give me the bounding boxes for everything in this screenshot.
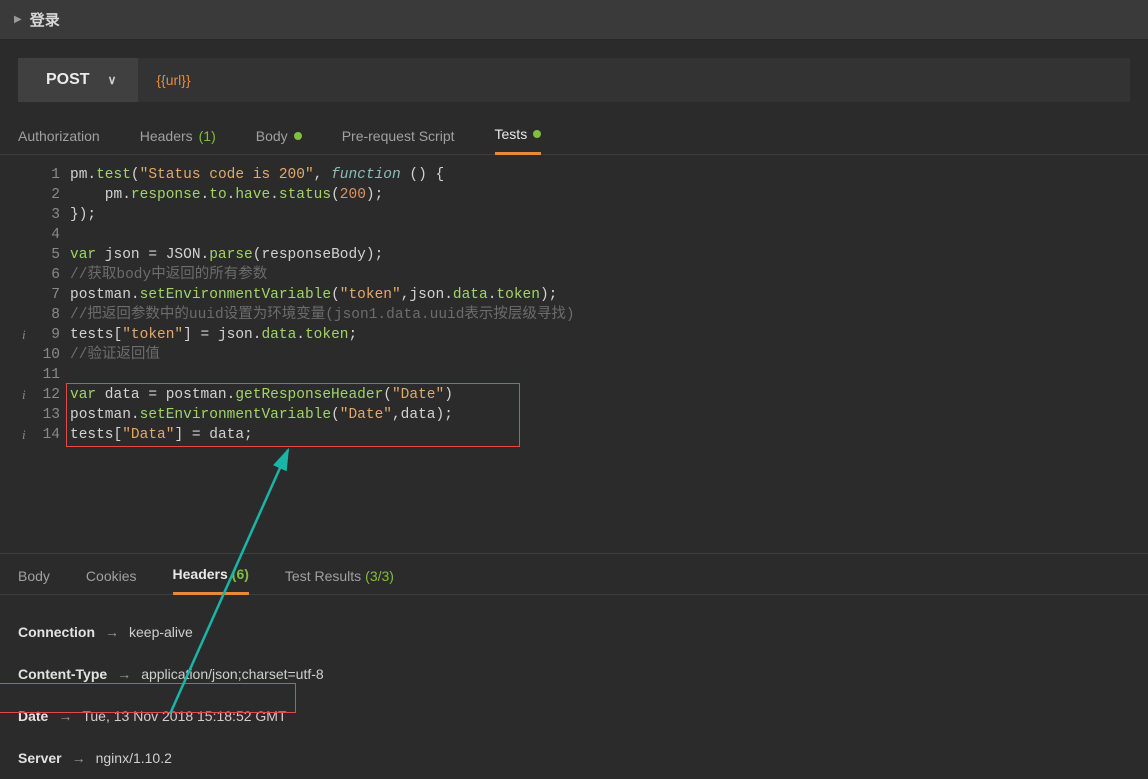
request-bar: POST ∨ {{url}} <box>18 58 1130 102</box>
tab-resp-cookies[interactable]: Cookies <box>86 568 137 594</box>
editor-code[interactable]: pm.test("Status code is 200", function (… <box>70 165 1148 553</box>
tab-tests[interactable]: Tests <box>495 126 542 155</box>
arrow-icon: → <box>117 666 131 682</box>
tab-authorization[interactable]: Authorization <box>18 128 100 154</box>
response-tabs: Body Cookies Headers(6) Test Results(3/3… <box>0 553 1148 595</box>
chevron-down-icon: ∨ <box>108 73 117 87</box>
dot-icon <box>533 130 541 138</box>
tab-resp-testresults[interactable]: Test Results(3/3) <box>285 568 394 594</box>
editor-gutter: 1 2 3 4 5 6 7 8 9 10 11 12 13 14 <box>0 165 70 553</box>
response-headers-list: Connection→keep-alive Content-Type→appli… <box>0 595 1148 779</box>
tab-resp-headers[interactable]: Headers(6) <box>173 566 249 595</box>
arrow-icon: → <box>105 624 119 640</box>
tab-body[interactable]: Body <box>256 128 302 154</box>
url-input[interactable]: {{url}} <box>138 58 1130 102</box>
method-select[interactable]: POST ∨ <box>18 58 138 102</box>
tab-resp-body[interactable]: Body <box>18 568 50 594</box>
arrow-icon: → <box>58 708 72 724</box>
request-tabs: Authorization Headers (1) Body Pre-reque… <box>0 102 1148 155</box>
header-row: Content-Type→application/json;charset=ut… <box>18 653 1130 695</box>
header-row: Connection→keep-alive <box>18 611 1130 653</box>
header-row: Server→nginx/1.10.2 <box>18 737 1130 779</box>
title-bar: ▶ 登录 <box>0 0 1148 40</box>
arrow-icon: → <box>72 750 86 766</box>
dot-icon <box>294 132 302 140</box>
request-name: 登录 <box>30 9 60 30</box>
url-value: {{url}} <box>156 72 190 88</box>
headers-count-badge: (1) <box>199 128 216 144</box>
header-row: Date→Tue, 13 Nov 2018 15:18:52 GMT <box>18 695 1130 737</box>
tab-prerequest[interactable]: Pre-request Script <box>342 128 455 154</box>
code-editor[interactable]: 1 2 3 4 5 6 7 8 9 10 11 12 13 14 pm.test… <box>0 155 1148 553</box>
collapse-icon[interactable]: ▶ <box>14 14 22 25</box>
tab-headers[interactable]: Headers (1) <box>140 128 216 154</box>
method-value: POST <box>46 71 90 89</box>
